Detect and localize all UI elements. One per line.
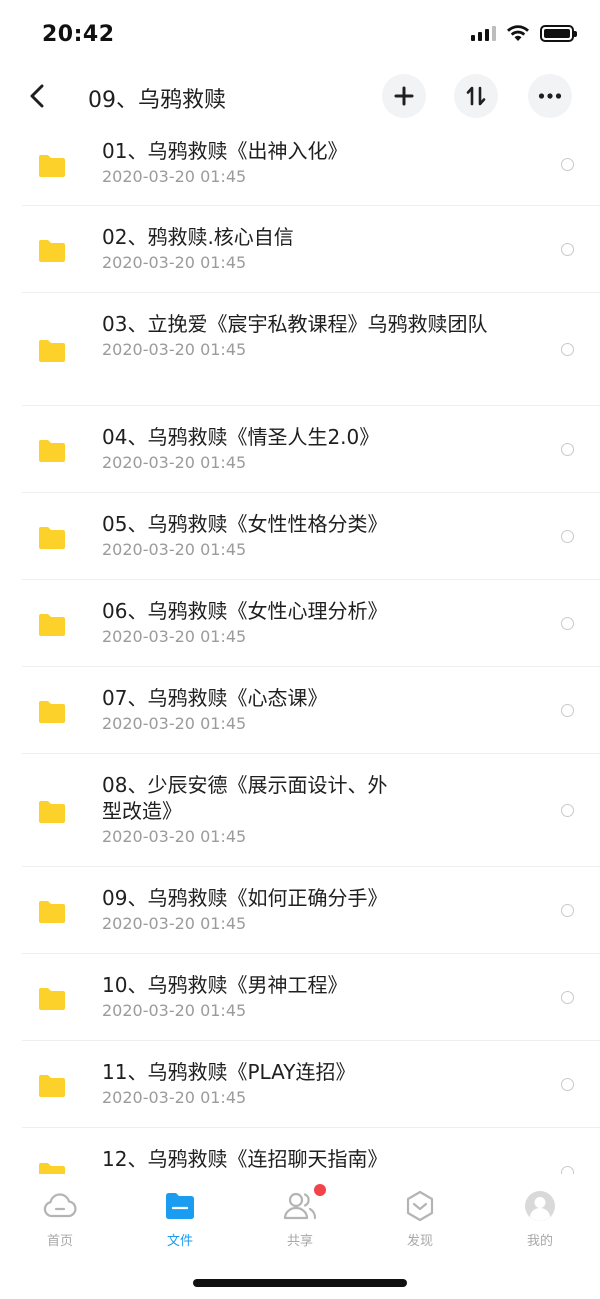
notification-badge xyxy=(314,1184,326,1196)
select-radio[interactable] xyxy=(561,704,574,717)
folder-name: 12、乌鸦救赎《连招聊天指南》 xyxy=(102,1147,388,1171)
folder-name: 03、立挽爱《宸宇私教课程》乌鸦救赎团队 xyxy=(102,312,488,336)
discover-icon xyxy=(406,1190,434,1222)
folder-row[interactable]: 05、乌鸦救赎《女性性格分类》 2020-03-20 01:45 xyxy=(22,493,600,580)
tab-label: 首页 xyxy=(46,1234,73,1249)
folder-icon xyxy=(166,1193,194,1219)
folder-date: 2020-03-20 01:45 xyxy=(102,714,247,733)
select-radio[interactable] xyxy=(561,530,574,543)
select-radio[interactable] xyxy=(561,1078,574,1091)
folder-icon xyxy=(39,1075,65,1097)
folder-row[interactable]: 06、乌鸦救赎《女性心理分析》 2020-03-20 01:45 xyxy=(22,580,600,667)
back-icon[interactable] xyxy=(24,81,50,111)
page-title: 09、乌鸦救赎 xyxy=(88,88,226,113)
folder-icon xyxy=(39,901,65,923)
tab-files[interactable]: 文件 xyxy=(120,1174,240,1254)
status-icons xyxy=(471,24,577,42)
folder-icon xyxy=(39,527,65,549)
folder-row[interactable]: 04、乌鸦救赎《情圣人生2.0》 2020-03-20 01:45 xyxy=(22,406,600,493)
folder-date: 2020-03-20 01:45 xyxy=(102,827,247,846)
tab-label: 发现 xyxy=(406,1234,433,1249)
status-bar: 20:42 xyxy=(0,0,600,72)
folder-date: 2020-03-20 01:45 xyxy=(102,340,247,359)
folder-icon xyxy=(39,614,65,636)
folder-row[interactable]: 08、少辰安德《展示面设计、外型改造》 2020-03-20 01:45 xyxy=(22,754,600,867)
folder-date: 2020-03-20 01:45 xyxy=(102,914,247,933)
add-button[interactable] xyxy=(382,74,426,118)
select-radio[interactable] xyxy=(561,1166,574,1174)
folder-name: 07、乌鸦救赎《心态课》 xyxy=(102,686,328,710)
folder-row[interactable]: 09、乌鸦救赎《如何正确分手》 2020-03-20 01:45 xyxy=(22,867,600,954)
tab-home[interactable]: 首页 xyxy=(0,1174,120,1254)
folder-name: 06、乌鸦救赎《女性心理分析》 xyxy=(102,599,388,623)
folder-row[interactable]: 11、乌鸦救赎《PLAY连招》 2020-03-20 01:45 xyxy=(22,1041,600,1128)
tab-share[interactable]: 共享 xyxy=(240,1174,360,1254)
folder-icon xyxy=(39,801,65,823)
cloud-icon xyxy=(43,1193,77,1218)
more-button[interactable] xyxy=(528,74,572,118)
folder-row[interactable]: 07、乌鸦救赎《心态课》 2020-03-20 01:45 xyxy=(22,667,600,754)
folder-icon xyxy=(39,701,65,723)
sort-icon xyxy=(466,86,486,106)
folder-icon xyxy=(39,988,65,1010)
cellular-signal-icon xyxy=(471,25,496,41)
folder-icon xyxy=(39,240,65,262)
wifi-icon xyxy=(507,25,529,41)
home-indicator xyxy=(193,1279,407,1287)
nav-bar: 09、乌鸦救赎 xyxy=(0,72,600,122)
folder-icon xyxy=(39,154,65,177)
folder-date: 2020-03-20 01:45 xyxy=(102,167,247,186)
folder-row[interactable]: 01、乌鸦救赎《出神入化》 2020-03-20 01:45 xyxy=(22,122,600,206)
folder-name: 01、乌鸦救赎《出神入化》 xyxy=(102,139,348,163)
folder-name: 10、乌鸦救赎《男神工程》 xyxy=(102,973,348,997)
folder-date: 2020-03-20 01:45 xyxy=(102,540,247,559)
sort-button[interactable] xyxy=(454,74,498,118)
folder-name: 05、乌鸦救赎《女性性格分类》 xyxy=(102,512,388,536)
select-radio[interactable] xyxy=(561,157,574,171)
select-radio[interactable] xyxy=(561,243,574,256)
folder-row[interactable]: 10、乌鸦救赎《男神工程》 2020-03-20 01:45 xyxy=(22,954,600,1041)
tab-discover[interactable]: 发现 xyxy=(360,1174,480,1254)
folder-date: 2020-03-20 01:45 xyxy=(102,253,247,272)
select-radio[interactable] xyxy=(561,804,574,817)
select-radio[interactable] xyxy=(561,904,574,917)
share-users-icon xyxy=(283,1192,317,1220)
folder-row[interactable]: 02、鸦救赎.核心自信 2020-03-20 01:45 xyxy=(22,206,600,293)
folder-date: 2020-03-20 01:45 xyxy=(102,1088,247,1107)
folder-date: 2020-03-20 01:45 xyxy=(102,1001,247,1020)
more-dots-icon xyxy=(538,93,562,99)
folder-row[interactable]: 03、立挽爱《宸宇私教课程》乌鸦救赎团队 2020-03-20 01:45 xyxy=(22,293,600,406)
tab-label: 我的 xyxy=(526,1234,553,1249)
avatar-icon xyxy=(525,1191,555,1221)
folder-name: 09、乌鸦救赎《如何正确分手》 xyxy=(102,886,388,910)
tab-label: 文件 xyxy=(166,1234,193,1249)
select-radio[interactable] xyxy=(561,443,574,456)
select-radio[interactable] xyxy=(561,343,574,356)
folder-icon xyxy=(39,340,65,362)
tab-label: 共享 xyxy=(286,1234,313,1249)
folder-name: 02、鸦救赎.核心自信 xyxy=(102,225,294,249)
folder-name: 08、少辰安德《展示面设计、外型改造》 xyxy=(102,773,388,823)
folder-row[interactable]: 12、乌鸦救赎《连招聊天指南》 xyxy=(22,1128,600,1174)
plus-icon xyxy=(394,86,414,106)
battery-icon xyxy=(540,24,577,42)
folder-name: 04、乌鸦救赎《情圣人生2.0》 xyxy=(102,425,380,449)
tab-profile[interactable]: 我的 xyxy=(480,1174,600,1254)
folder-icon xyxy=(39,1163,65,1174)
folder-icon xyxy=(39,440,65,462)
select-radio[interactable] xyxy=(561,991,574,1004)
folder-date: 2020-03-20 01:45 xyxy=(102,627,247,646)
status-time: 20:42 xyxy=(42,22,115,47)
folder-name: 11、乌鸦救赎《PLAY连招》 xyxy=(102,1060,356,1084)
tab-bar: 首页 文件 共享 发现 我的 xyxy=(0,1174,600,1254)
file-list: 01、乌鸦救赎《出神入化》 2020-03-20 01:45 02、鸦救赎.核心… xyxy=(0,122,600,1174)
select-radio[interactable] xyxy=(561,617,574,630)
folder-date: 2020-03-20 01:45 xyxy=(102,453,247,472)
